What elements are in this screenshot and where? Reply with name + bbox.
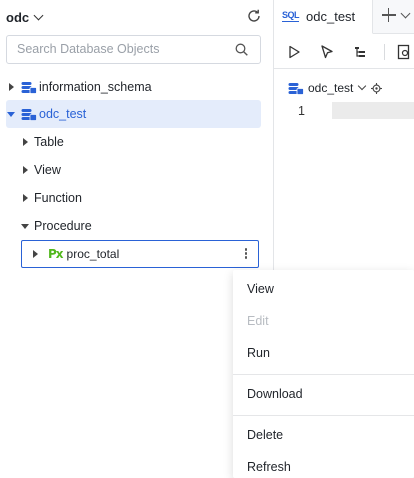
- editor-tab-bar: SQL odc_test: [274, 0, 414, 34]
- chevron-down-icon[interactable]: [400, 8, 411, 19]
- caret-right-icon[interactable]: [22, 194, 28, 202]
- menu-item-download[interactable]: Download: [233, 381, 414, 407]
- menu-item-delete[interactable]: Delete: [233, 422, 414, 448]
- menu-item-refresh[interactable]: Refresh: [233, 454, 414, 478]
- tree-item-odc-test[interactable]: odc_test: [6, 100, 261, 128]
- caret-right-icon[interactable]: [8, 83, 14, 91]
- tree-folder-function[interactable]: Function: [20, 184, 261, 212]
- context-menu: View Edit Run Download Delete Refresh: [233, 270, 414, 478]
- connection-name: odc: [6, 10, 30, 25]
- tree-folder-procedure[interactable]: Procedure: [20, 212, 261, 240]
- search-box: [6, 35, 261, 64]
- database-icon: [21, 81, 37, 94]
- search-input[interactable]: [17, 42, 227, 56]
- more-icon[interactable]: [244, 247, 248, 261]
- line-number: 1: [298, 104, 305, 118]
- tree-folder-label: Function: [34, 191, 82, 205]
- toolbar-divider: [384, 44, 385, 60]
- plus-icon[interactable]: [382, 8, 396, 22]
- search-icon[interactable]: [235, 43, 248, 56]
- caret-down-icon[interactable]: [7, 111, 15, 117]
- caret-right-icon[interactable]: [22, 138, 28, 146]
- tree-item-proc-total[interactable]: Px proc_total: [21, 240, 259, 268]
- database-icon: [288, 82, 304, 95]
- target-icon[interactable]: [371, 82, 383, 94]
- tree-folder-view[interactable]: View: [20, 156, 261, 184]
- chevron-down-icon: [33, 10, 44, 21]
- menu-divider: [233, 415, 414, 416]
- refresh-icon[interactable]: [246, 8, 262, 24]
- caret-right-icon[interactable]: [22, 166, 28, 174]
- db-context-selector[interactable]: odc_test: [308, 81, 353, 95]
- tree-folder-table[interactable]: Table: [20, 128, 261, 156]
- tree-folder-label: Procedure: [34, 219, 92, 233]
- caret-right-icon[interactable]: [33, 250, 38, 258]
- tree-folder-label: View: [34, 163, 61, 177]
- menu-item-edit: Edit: [247, 314, 269, 328]
- tree-folder-label: Table: [34, 135, 64, 149]
- sql-icon: SQL: [282, 10, 300, 22]
- format-icon[interactable]: [353, 44, 369, 60]
- document-icon[interactable]: [396, 44, 412, 60]
- tree-item-label: odc_test: [39, 107, 87, 121]
- tree-item-label: proc_total: [66, 247, 120, 261]
- pointer-icon[interactable]: [319, 44, 335, 60]
- menu-item-view[interactable]: View: [233, 276, 414, 302]
- tab-label: odc_test: [306, 9, 356, 24]
- panel-header: odc: [0, 0, 273, 34]
- tree-item-information-schema[interactable]: information_schema: [6, 73, 261, 101]
- database-icon: [21, 108, 37, 121]
- connection-selector[interactable]: odc: [6, 10, 44, 25]
- caret-down-icon[interactable]: [21, 223, 29, 229]
- chevron-down-icon[interactable]: [358, 81, 367, 91]
- tab-odc-test[interactable]: SQL odc_test: [274, 0, 373, 34]
- menu-item-run[interactable]: Run: [233, 340, 414, 366]
- play-icon[interactable]: [286, 44, 302, 60]
- code-editor-line[interactable]: [332, 102, 414, 119]
- editor-toolbar: [274, 35, 414, 69]
- db-context-bar: odc_test: [274, 76, 414, 100]
- menu-divider: [233, 374, 414, 375]
- tree-item-label: information_schema: [39, 80, 152, 94]
- procedure-icon: Px: [48, 247, 64, 261]
